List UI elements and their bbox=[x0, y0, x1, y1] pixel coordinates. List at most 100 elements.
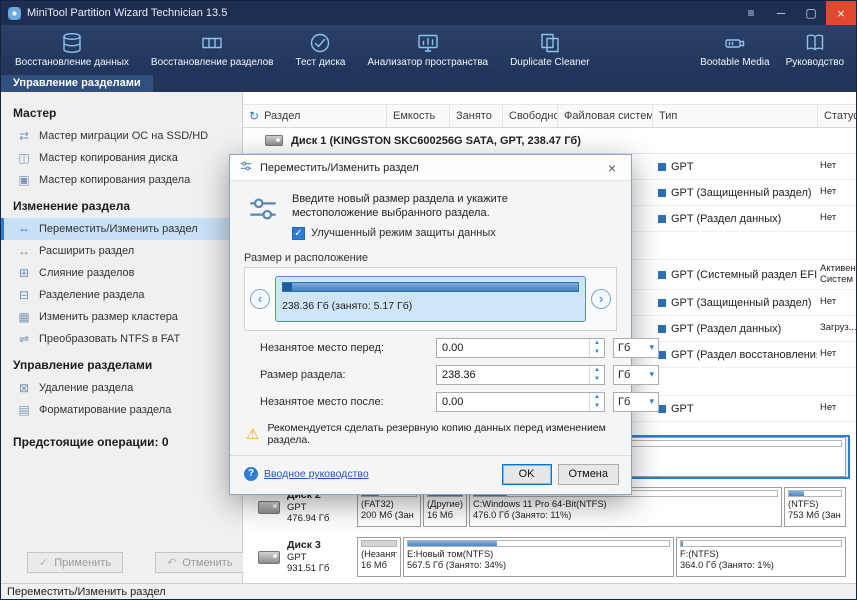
chevron-down-icon: ▾ bbox=[649, 342, 654, 353]
sidebar-item-migrate-os[interactable]: ⇄ Мастер миграции ОС на SSD/HD bbox=[1, 125, 242, 147]
spinner[interactable]: ▲ ▼ bbox=[589, 366, 604, 384]
unit-select[interactable]: Гб ▾ bbox=[613, 338, 659, 358]
sidebar-item-split[interactable]: ⊟ Разделение раздела bbox=[1, 284, 242, 306]
copy-partition-icon: ▣ bbox=[17, 173, 31, 187]
sidebar-item-format-partition[interactable]: ▤ Форматирование раздела bbox=[1, 399, 242, 421]
size-location-group: ‹ 238.36 Гб (занято: 5.17 Гб) › bbox=[244, 267, 617, 331]
status-bar: Переместить/Изменить раздел bbox=[1, 583, 856, 600]
spinner[interactable]: ▲ ▼ bbox=[589, 393, 604, 411]
column-header-filesystem[interactable]: Файловая система bbox=[557, 105, 652, 127]
unit-select[interactable]: Гб ▾ bbox=[613, 365, 659, 385]
toolbar-item-bootable-media[interactable]: Bootable Media bbox=[700, 31, 770, 68]
column-header-status[interactable]: Статус bbox=[817, 105, 857, 127]
toolbar-item-data-recovery[interactable]: Восстановление данных bbox=[15, 31, 129, 68]
partition-color-icon bbox=[658, 189, 666, 197]
sliders-icon-large bbox=[246, 192, 280, 229]
diskmap-disk-3[interactable]: Диск 3 GPT 931.51 Гб (Незанятый) 16 Мб E… bbox=[251, 535, 850, 579]
toolbar-item-duplicate-cleaner[interactable]: Duplicate Cleaner bbox=[510, 31, 590, 68]
convert-ntfs-fat-icon: ⇌ bbox=[17, 332, 31, 346]
toolbar-item-space-analyzer[interactable]: Анализатор пространства bbox=[368, 31, 489, 68]
column-header-free[interactable]: Свободно bbox=[502, 105, 557, 127]
spin-up-icon[interactable]: ▲ bbox=[590, 339, 604, 348]
unallocated-after-value[interactable] bbox=[437, 393, 589, 411]
sidebar-item-label: Мастер копирования диска bbox=[39, 152, 178, 164]
menu-icon[interactable]: ≡ bbox=[736, 1, 766, 25]
partition-size-slider[interactable]: 238.36 Гб (занято: 5.17 Гб) bbox=[275, 276, 586, 322]
toolbar-item-disk-test[interactable]: Тест диска bbox=[295, 31, 345, 68]
titlebar: MiniTool Partition Wizard Technician 13.… bbox=[1, 1, 856, 25]
toolbar-item-partition-recovery[interactable]: Восстановление разделов bbox=[151, 31, 274, 68]
minimize-icon[interactable]: ─ bbox=[766, 1, 796, 25]
column-header-partition[interactable]: ↻ Раздел bbox=[243, 105, 386, 127]
column-header-used[interactable]: Занято bbox=[449, 105, 502, 127]
status-cell: Загруз... bbox=[817, 316, 857, 341]
disk3-label-block[interactable]: Диск 3 GPT 931.51 Гб bbox=[253, 537, 357, 577]
disk1-group-row[interactable]: Диск 1 (KINGSTON SKC600256G SATA, GPT, 2… bbox=[243, 128, 857, 154]
disk-size: 476.94 Гб bbox=[287, 513, 329, 524]
format-partition-icon: ▤ bbox=[17, 403, 31, 417]
partition-block-ntfs-small[interactable]: (NTFS) 753 Мб (Зан bbox=[784, 487, 846, 527]
column-header-type[interactable]: Тип bbox=[652, 105, 817, 127]
toolbar-item-label: Bootable Media bbox=[700, 57, 770, 68]
ok-button[interactable]: OK bbox=[502, 464, 552, 485]
slider-left-arrow[interactable]: ‹ bbox=[250, 289, 270, 309]
unallocated-after-input[interactable]: ▲ ▼ bbox=[436, 392, 605, 412]
dialog-intro-text: Введите новый размер раздела и укажите м… bbox=[292, 192, 592, 221]
unallocated-before-value[interactable] bbox=[437, 339, 589, 357]
partition-block-unallocated[interactable]: (Незанятый) 16 Мб bbox=[357, 537, 401, 577]
column-header-capacity[interactable]: Емкость bbox=[386, 105, 449, 127]
toolbar-right-group: Bootable Media Руководство bbox=[700, 31, 846, 68]
unallocated-before-input[interactable]: ▲ ▼ bbox=[436, 338, 605, 358]
sidebar-item-cluster-size[interactable]: ▦ Изменить размер кластера bbox=[1, 306, 242, 328]
sidebar-item-label: Форматирование раздела bbox=[39, 404, 171, 416]
hdd-icon bbox=[265, 135, 283, 146]
refresh-icon[interactable]: ↻ bbox=[249, 109, 259, 123]
spinner[interactable]: ▲ ▼ bbox=[589, 339, 604, 357]
partition-block-f[interactable]: F:(NTFS) 364.0 Гб (Занято: 1%) bbox=[676, 537, 846, 577]
sidebar-item-delete-partition[interactable]: ⊠ Удаление раздела bbox=[1, 377, 242, 399]
partition-color-icon bbox=[658, 405, 666, 413]
apply-button[interactable]: ✓ Применить bbox=[27, 552, 123, 573]
toolbar-item-label: Duplicate Cleaner bbox=[510, 57, 590, 68]
partition-block-e[interactable]: E:Новый том(NTFS) 567.5 Гб (Занято: 34%) bbox=[403, 537, 674, 577]
sidebar-item-copy-disk[interactable]: ◫ Мастер копирования диска bbox=[1, 147, 242, 169]
toolbar-item-guide[interactable]: Руководство bbox=[786, 31, 844, 68]
close-icon[interactable]: × bbox=[826, 1, 856, 25]
slider-right-arrow[interactable]: › bbox=[591, 289, 611, 309]
field-label-unallocated-after: Незанятое место после: bbox=[260, 396, 428, 408]
undo-button-label: Отменить bbox=[182, 557, 232, 569]
sidebar-item-move-resize[interactable]: ⇔ Переместить/Изменить раздел bbox=[1, 218, 242, 240]
help-icon[interactable]: ? bbox=[244, 467, 258, 481]
cluster-size-icon: ▦ bbox=[17, 310, 31, 324]
spin-down-icon[interactable]: ▼ bbox=[590, 375, 604, 384]
intro-guide-link[interactable]: Вводное руководство bbox=[264, 468, 369, 480]
slider-bar[interactable] bbox=[282, 282, 579, 292]
sidebar-section-change-partition: Изменение раздела bbox=[1, 191, 242, 218]
check-icon: ✓ bbox=[39, 556, 48, 569]
chevron-down-icon: ▾ bbox=[649, 369, 654, 380]
cancel-button[interactable]: Отмена bbox=[558, 464, 619, 485]
sidebar-item-extend[interactable]: ↔ Расширить раздел bbox=[1, 240, 242, 262]
data-recovery-icon bbox=[60, 31, 84, 55]
spin-up-icon[interactable]: ▲ bbox=[590, 366, 604, 375]
spin-down-icon[interactable]: ▼ bbox=[590, 402, 604, 411]
guide-icon bbox=[803, 31, 827, 55]
dialog-close-icon[interactable]: × bbox=[602, 160, 622, 176]
maximize-icon[interactable]: ▢ bbox=[796, 1, 826, 25]
sidebar-item-label: Мастер миграции ОС на SSD/HD bbox=[39, 130, 208, 142]
undo-button[interactable]: ↶ Отменить bbox=[155, 552, 244, 573]
sidebar-item-merge[interactable]: ⊞ Слияние разделов bbox=[1, 262, 242, 284]
sidebar-item-copy-partition[interactable]: ▣ Мастер копирования раздела bbox=[1, 169, 242, 191]
disk-name: Диск 3 bbox=[287, 539, 329, 552]
spin-up-icon[interactable]: ▲ bbox=[590, 393, 604, 402]
warning-icon: ⚠ bbox=[246, 425, 259, 443]
partition-color-icon bbox=[658, 271, 666, 279]
partition-size-input[interactable]: ▲ ▼ bbox=[436, 365, 605, 385]
tab-partition-management[interactable]: Управление разделами bbox=[1, 75, 153, 92]
sidebar-item-convert-ntfs-fat[interactable]: ⇌ Преобразовать NTFS в FAT bbox=[1, 328, 242, 350]
unit-select[interactable]: Гб ▾ bbox=[613, 392, 659, 412]
partition-size-value[interactable] bbox=[437, 366, 589, 384]
spin-down-icon[interactable]: ▼ bbox=[590, 348, 604, 357]
data-protection-checkbox[interactable]: ✓ Улучшенный режим защиты данных bbox=[292, 227, 592, 240]
tab-bar: Управление разделами bbox=[1, 73, 856, 92]
